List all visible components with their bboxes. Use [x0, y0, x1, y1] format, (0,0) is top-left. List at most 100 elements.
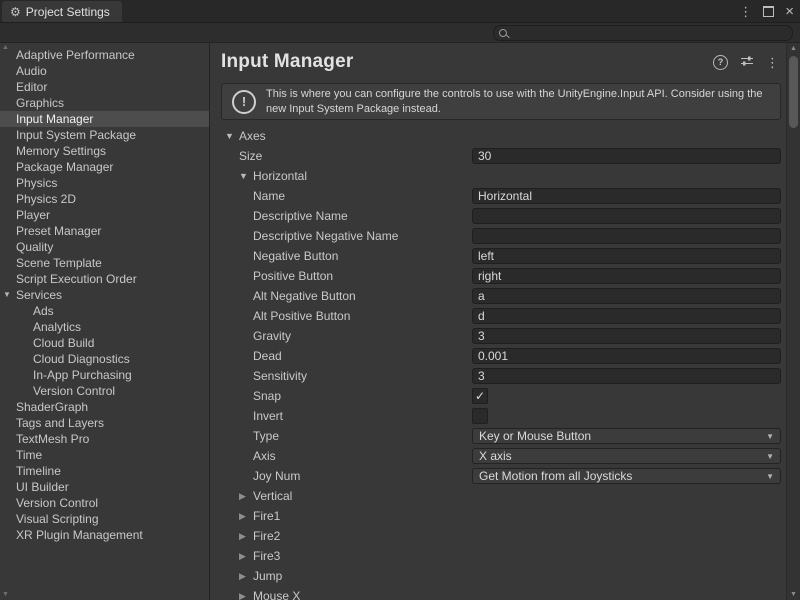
sidebar-scroll-down-icon[interactable]: ▼ [2, 591, 9, 598]
sidebar-item-label: Package Manager [16, 160, 113, 174]
sidebar-item-package-manager[interactable]: Package Manager [0, 159, 209, 175]
sidebar-item-label: Player [16, 208, 50, 222]
sidebar-item-physics-2d[interactable]: Physics 2D [0, 191, 209, 207]
checkbox[interactable] [472, 408, 488, 424]
dropdown[interactable]: Key or Mouse Button ▼ [472, 428, 781, 444]
foldout-icon[interactable]: ▶ [239, 531, 253, 542]
foldout-icon[interactable]: ▼ [225, 131, 239, 141]
checkbox[interactable]: ✓ [472, 388, 488, 404]
maximize-icon[interactable] [763, 6, 774, 17]
sidebar-item-visual-scripting[interactable]: Visual Scripting [0, 511, 209, 527]
page-title: Input Manager [221, 51, 353, 73]
sidebar-item-label: Physics [16, 176, 57, 190]
text-field[interactable] [472, 208, 781, 224]
panel-menu-icon[interactable]: ⋮ [766, 56, 779, 69]
sidebar-item-ui-builder[interactable]: UI Builder [0, 479, 209, 495]
sidebar-item-preset-manager[interactable]: Preset Manager [0, 223, 209, 239]
sidebar-item-tags-and-layers[interactable]: Tags and Layers [0, 415, 209, 431]
sidebar-item-editor[interactable]: Editor [0, 79, 209, 95]
row-value: 3 [472, 368, 781, 384]
foldout-vertical[interactable]: ▶ Vertical [211, 486, 787, 506]
search-input[interactable] [510, 27, 792, 39]
scrollbar-thumb[interactable] [789, 56, 798, 128]
foldout-icon[interactable]: ▶ [239, 551, 253, 562]
sidebar-item-cloud-build[interactable]: Cloud Build [0, 335, 209, 351]
text-field[interactable]: 30 [472, 148, 781, 164]
row-value: X axis ▼ [472, 448, 781, 464]
foldout-fire1[interactable]: ▶ Fire1 [211, 506, 787, 526]
sidebar-item-player[interactable]: Player [0, 207, 209, 223]
foldout-jump[interactable]: ▶ Jump [211, 566, 787, 586]
sidebar-item-timeline[interactable]: Timeline [0, 463, 209, 479]
window-tab-bar: ⚙ Project Settings ⋮ × [0, 0, 800, 23]
row-descriptive-name: Descriptive Name [211, 206, 787, 226]
sidebar-item-script-execution-order[interactable]: Script Execution Order [0, 271, 209, 287]
sidebar-item-label: Version Control [16, 496, 98, 510]
foldout-axes[interactable]: ▼ Axes [211, 126, 787, 146]
sidebar-item-memory-settings[interactable]: Memory Settings [0, 143, 209, 159]
sidebar-item-cloud-diagnostics[interactable]: Cloud Diagnostics [0, 351, 209, 367]
sidebar-item-ads[interactable]: Ads [0, 303, 209, 319]
help-icon[interactable]: ? [713, 55, 728, 70]
sidebar-item-input-manager[interactable]: Input Manager [0, 111, 209, 127]
sidebar-item-input-system-package[interactable]: Input System Package [0, 127, 209, 143]
sidebar-item-shadergraph[interactable]: ShaderGraph [0, 399, 209, 415]
sidebar-item-label: Tags and Layers [16, 416, 104, 430]
row-label: Dead [253, 349, 282, 363]
text-field[interactable]: 0.001 [472, 348, 781, 364]
scroll-down-icon[interactable]: ▼ [787, 591, 800, 598]
text-field[interactable]: 3 [472, 328, 781, 344]
dropdown-arrow-icon: ▼ [760, 432, 774, 441]
close-icon[interactable]: × [785, 4, 794, 19]
window-buttons: ⋮ × [739, 0, 794, 22]
project-settings-window: ⚙ Project Settings ⋮ × ▲ Adaptive Perfor… [0, 0, 800, 600]
foldout-icon[interactable]: ▼ [239, 171, 253, 181]
sidebar-item-in-app-purchasing[interactable]: In-App Purchasing [0, 367, 209, 383]
row-label: Descriptive Name [253, 209, 348, 223]
foldout-icon[interactable]: ▼ [3, 287, 11, 303]
sidebar-item-physics[interactable]: Physics [0, 175, 209, 191]
info-text: This is where you can configure the cont… [266, 87, 770, 116]
text-field[interactable]: right [472, 268, 781, 284]
search-box[interactable] [493, 25, 793, 41]
text-field[interactable]: a [472, 288, 781, 304]
sidebar-item-label: Analytics [33, 320, 81, 334]
text-field[interactable]: left [472, 248, 781, 264]
tab-project-settings[interactable]: ⚙ Project Settings [2, 1, 122, 22]
presets-icon[interactable] [740, 55, 754, 70]
text-field[interactable] [472, 228, 781, 244]
text-field[interactable]: d [472, 308, 781, 324]
foldout-icon[interactable]: ▶ [239, 571, 253, 582]
foldout-mouse-x[interactable]: ▶ Mouse X [211, 586, 787, 600]
foldout-fire3[interactable]: ▶ Fire3 [211, 546, 787, 566]
row-label: Positive Button [253, 269, 333, 283]
window-menu-icon[interactable]: ⋮ [739, 5, 752, 18]
dropdown[interactable]: X axis ▼ [472, 448, 781, 464]
row-value: a [472, 288, 781, 304]
sidebar-item-adaptive-performance[interactable]: Adaptive Performance [0, 47, 209, 63]
sidebar-item-analytics[interactable]: Analytics [0, 319, 209, 335]
foldout-horizontal[interactable]: ▼ Horizontal [211, 166, 787, 186]
sidebar-item-scene-template[interactable]: Scene Template [0, 255, 209, 271]
sidebar-item-graphics[interactable]: Graphics [0, 95, 209, 111]
text-field[interactable]: 3 [472, 368, 781, 384]
scroll-up-icon[interactable]: ▲ [787, 45, 800, 52]
vertical-scrollbar[interactable]: ▲ ▼ [786, 43, 800, 600]
sidebar-item-textmesh-pro[interactable]: TextMesh Pro [0, 431, 209, 447]
sidebar-item-version-control[interactable]: Version Control [0, 383, 209, 399]
row-value: Get Motion from all Joysticks ▼ [472, 468, 781, 484]
sidebar-item-time[interactable]: Time [0, 447, 209, 463]
dropdown[interactable]: Get Motion from all Joysticks ▼ [472, 468, 781, 484]
sidebar-item-xr-plugin-management[interactable]: XR Plugin Management [0, 527, 209, 543]
sidebar-item-audio[interactable]: Audio [0, 63, 209, 79]
row-name: Name Horizontal [211, 186, 787, 206]
sidebar-item-quality[interactable]: Quality [0, 239, 209, 255]
sidebar-item-label: Input Manager [16, 112, 93, 126]
foldout-icon[interactable]: ▶ [239, 491, 253, 502]
sidebar-item-services[interactable]: ▼ Services [0, 287, 209, 303]
foldout-icon[interactable]: ▶ [239, 511, 253, 522]
sidebar-item-version-control[interactable]: Version Control [0, 495, 209, 511]
foldout-fire2[interactable]: ▶ Fire2 [211, 526, 787, 546]
foldout-icon[interactable]: ▶ [239, 591, 253, 600]
text-field[interactable]: Horizontal [472, 188, 781, 204]
